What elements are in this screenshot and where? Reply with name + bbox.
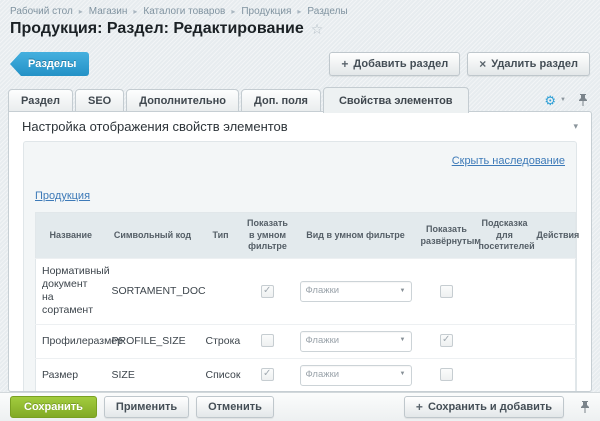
toolbar: Разделы + Добавить раздел × Удалить разд… — [10, 51, 590, 77]
chevron-down-icon[interactable]: ▼ — [560, 97, 566, 103]
sections-back-label: Разделы — [28, 58, 76, 70]
expanded-checkbox[interactable] — [440, 368, 453, 381]
apply-button[interactable]: Применить — [104, 396, 189, 418]
page-title: Продукция: Раздел: Редактирование — [10, 20, 304, 38]
pin-icon[interactable] — [580, 400, 590, 414]
tab-additional[interactable]: Дополнительно — [126, 89, 239, 112]
property-hint — [476, 324, 534, 358]
hide-inheritance-link[interactable]: Скрыть наследование — [452, 155, 565, 167]
tab-custom-fields[interactable]: Доп. поля — [241, 89, 321, 112]
filter-view-value: Флажки — [306, 285, 340, 297]
gear-icon[interactable]: ⚙ — [544, 94, 556, 107]
property-name: Нормативный документ на сортамент — [36, 259, 106, 325]
favorite-star-icon[interactable]: ☆ — [311, 21, 324, 38]
footer-bar: Сохранить Применить Отменить + Сохранить… — [0, 392, 600, 421]
chevron-down-icon: ▼ — [400, 371, 406, 379]
content-card: Настройка отображения свойств элементов … — [8, 111, 592, 392]
property-actions — [534, 259, 576, 325]
close-icon: × — [479, 57, 486, 71]
property-name: Размер — [36, 358, 106, 392]
breadcrumb-separator-icon: ▸ — [297, 7, 301, 16]
table-row: Размер SIZE Список Флажки ▼ — [36, 358, 576, 392]
collapse-arrow-icon[interactable]: ▾ — [573, 121, 578, 132]
col-header-actions: Действия — [534, 213, 576, 259]
plus-icon: + — [416, 400, 423, 414]
properties-panel: Скрыть наследование Продукция Название С… — [23, 141, 577, 392]
save-and-add-label: Сохранить и добавить — [428, 401, 552, 413]
apply-label: Применить — [116, 401, 177, 413]
filter-view-value: Флажки — [306, 369, 340, 381]
col-header-hint: Подсказка для посетителей — [476, 213, 534, 259]
tab-section[interactable]: Раздел — [8, 89, 73, 112]
properties-table: Название Символьный код Тип Показать в у… — [35, 212, 576, 392]
property-hint — [476, 358, 534, 392]
breadcrumb-separator-icon: ▸ — [79, 7, 83, 16]
breadcrumb-item[interactable]: Рабочий стол — [10, 6, 73, 17]
property-type: Список — [200, 358, 242, 392]
property-code: SIZE — [106, 358, 200, 392]
plus-icon: + — [341, 57, 348, 71]
breadcrumb: Рабочий стол ▸ Магазин ▸ Каталоги товаров ▸ Пр… — [10, 6, 348, 17]
table-row: Нормативный документ на сортамент SORTAM… — [36, 259, 576, 325]
filter-view-select[interactable]: Флажки ▼ — [300, 281, 412, 302]
pin-icon[interactable] — [578, 93, 588, 107]
filter-view-select[interactable]: Флажки ▼ — [300, 331, 412, 352]
expanded-checkbox[interactable] — [440, 285, 453, 298]
col-header-name: Название — [36, 213, 106, 259]
col-header-expanded: Показать развёрнутым — [418, 213, 476, 259]
col-header-smart-filter: Показать в умном фильтре — [242, 213, 294, 259]
col-header-filter-view: Вид в умном фильтре — [294, 213, 418, 259]
save-and-add-button[interactable]: + Сохранить и добавить — [404, 396, 564, 418]
property-hint — [476, 259, 534, 325]
section-link[interactable]: Продукция — [35, 190, 90, 202]
breadcrumb-item[interactable]: Продукция — [241, 6, 291, 17]
table-row: Профилеразмер PROFILE_SIZE Строка Флажки… — [36, 324, 576, 358]
property-code: PROFILE_SIZE — [106, 324, 200, 358]
chevron-down-icon: ▼ — [400, 288, 406, 296]
panel-title: Настройка отображения свойств элементов — [22, 119, 288, 134]
tab-bar: Раздел SEO Дополнительно Доп. поля Свойс… — [8, 86, 592, 112]
breadcrumb-separator-icon: ▸ — [231, 7, 235, 16]
breadcrumb-item[interactable]: Магазин — [89, 6, 128, 17]
cancel-button[interactable]: Отменить — [196, 396, 274, 418]
chevron-down-icon: ▼ — [400, 337, 406, 345]
cancel-label: Отменить — [208, 401, 262, 413]
col-header-type: Тип — [200, 213, 242, 259]
property-type: Строка — [200, 324, 242, 358]
save-button[interactable]: Сохранить — [10, 396, 97, 418]
delete-section-label: Удалить раздел — [491, 58, 578, 70]
property-code: SORTAMENT_DOC — [106, 259, 200, 325]
smart-filter-checkbox[interactable] — [261, 368, 274, 381]
property-actions — [534, 358, 576, 392]
filter-view-value: Флажки — [306, 335, 340, 347]
add-section-button[interactable]: + Добавить раздел — [329, 52, 460, 76]
tab-seo[interactable]: SEO — [75, 89, 124, 112]
smart-filter-checkbox[interactable] — [261, 334, 274, 347]
property-actions — [534, 324, 576, 358]
property-name: Профилеразмер — [36, 324, 106, 358]
save-label: Сохранить — [24, 401, 83, 413]
col-header-code: Символьный код — [106, 213, 200, 259]
table-header-row: Название Символьный код Тип Показать в у… — [36, 213, 576, 259]
tab-element-properties[interactable]: Свойства элементов — [323, 87, 469, 113]
breadcrumb-item[interactable]: Разделы — [307, 6, 347, 17]
expanded-checkbox[interactable] — [440, 334, 453, 347]
breadcrumb-separator-icon: ▸ — [133, 7, 137, 16]
filter-view-select[interactable]: Флажки ▼ — [300, 365, 412, 386]
smart-filter-checkbox[interactable] — [261, 285, 274, 298]
breadcrumb-item[interactable]: Каталоги товаров — [143, 6, 225, 17]
add-section-label: Добавить раздел — [353, 58, 448, 70]
sections-back-button[interactable]: Разделы — [10, 52, 89, 76]
delete-section-button[interactable]: × Удалить раздел — [467, 52, 590, 76]
